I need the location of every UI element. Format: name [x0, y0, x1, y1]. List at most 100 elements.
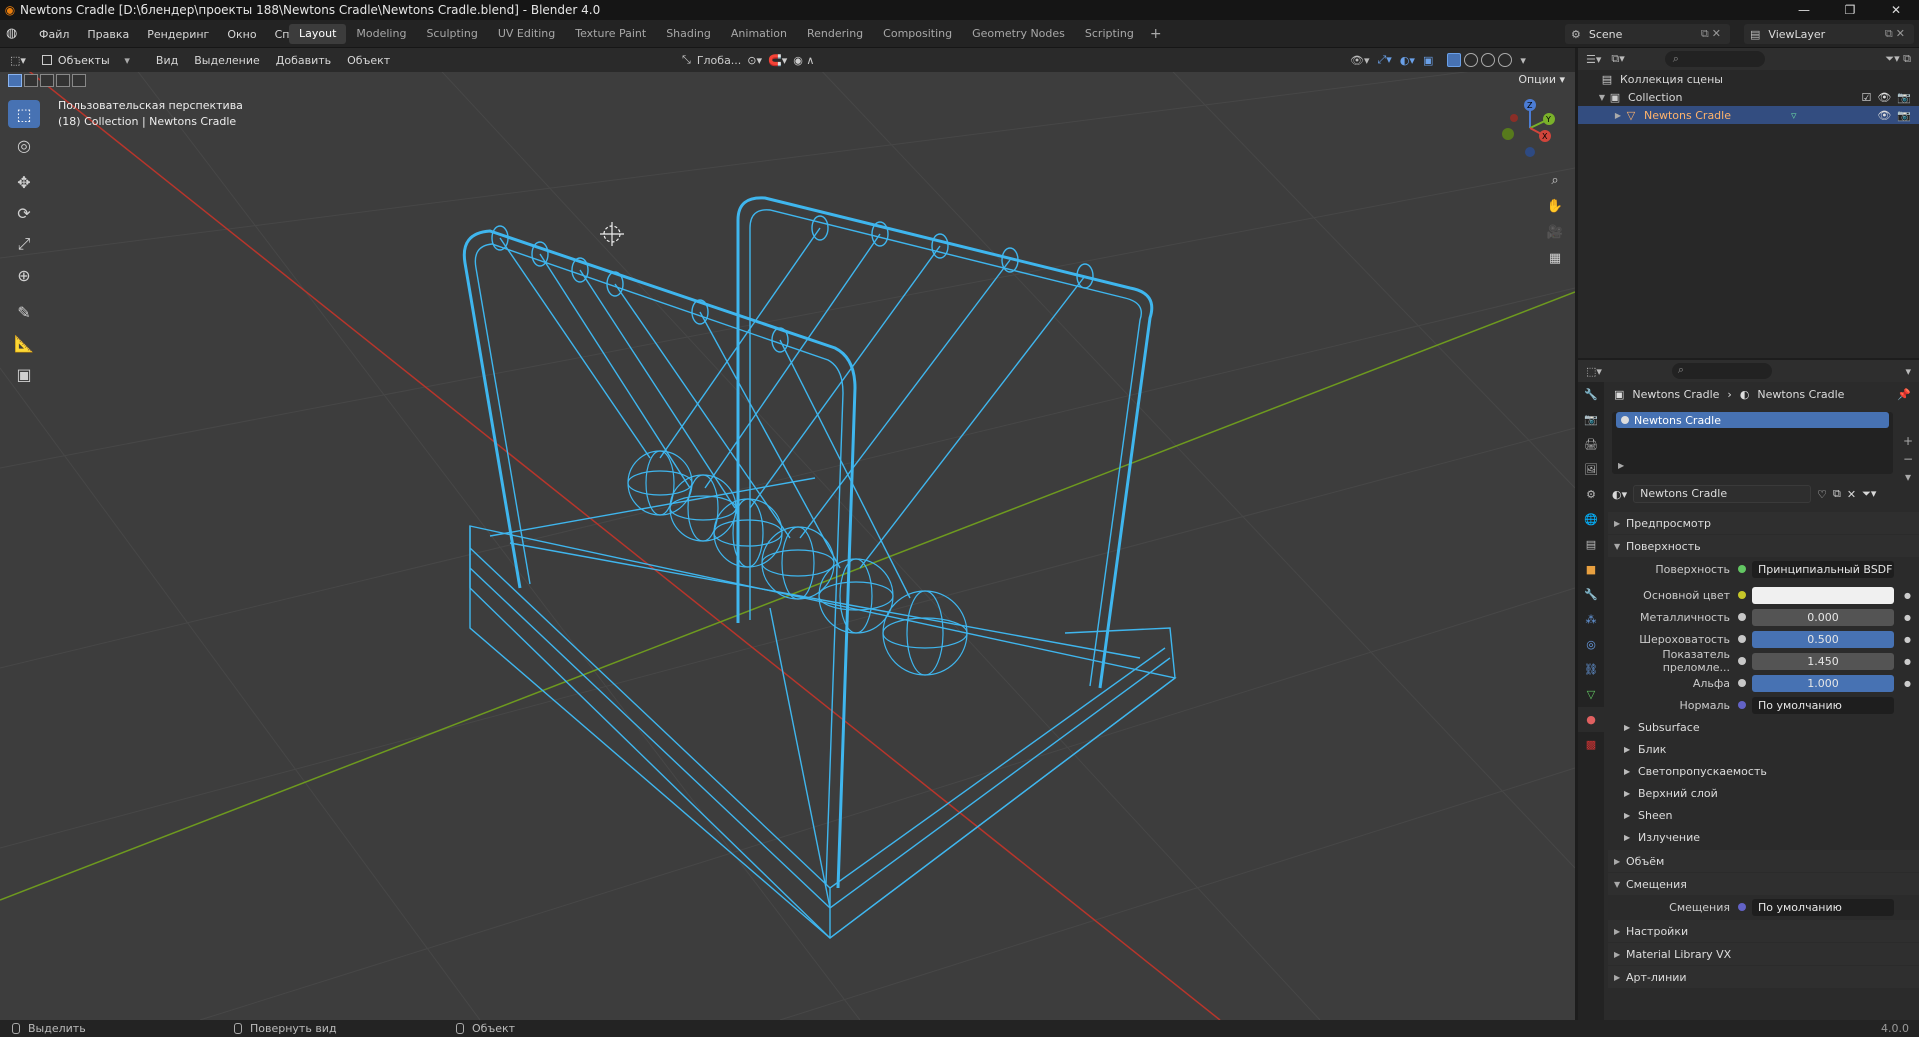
material-tab-icon[interactable]: ●	[1578, 707, 1604, 732]
menu-select[interactable]: Выделение	[186, 54, 268, 67]
outliner-object-newtons-cradle[interactable]: ▶ ▽ Newtons Cradle ▿ 👁 📷	[1578, 106, 1919, 124]
menu-object[interactable]: Объект	[339, 54, 398, 67]
tab-sculpting[interactable]: Sculpting	[416, 24, 487, 44]
keyframe-dot-icon[interactable]: ●	[1904, 591, 1911, 600]
menu-edit[interactable]: Правка	[78, 28, 138, 41]
collection-tab-icon[interactable]: ▤	[1578, 532, 1604, 557]
panel-lineart[interactable]: ▶ Арт-линии	[1608, 966, 1919, 988]
select-invert-icon[interactable]	[56, 74, 70, 87]
node-filter-icon[interactable]: ⏷▾	[1862, 487, 1876, 501]
pan-hand-icon[interactable]: ✋	[1545, 199, 1565, 221]
menu-file[interactable]: Файл	[30, 28, 78, 41]
tool-tab-icon[interactable]: 🔧	[1578, 382, 1604, 407]
menu-render[interactable]: Рендеринг	[138, 28, 218, 41]
subpanel-coat[interactable]: ▶ Верхний слой	[1608, 782, 1919, 804]
texture-tab-icon[interactable]: ▩	[1578, 732, 1604, 757]
duplicate-material-icon[interactable]: ⧉	[1833, 487, 1841, 501]
displacement-field[interactable]: По умолчанию	[1752, 898, 1894, 916]
display-mode-icon[interactable]: ⧉▾	[1611, 52, 1624, 66]
rendered-shading-button[interactable]	[1498, 53, 1513, 67]
keyframe-dot-icon[interactable]: ●	[1904, 613, 1911, 622]
tab-layout[interactable]: Layout	[289, 24, 347, 44]
world-tab-icon[interactable]: 🌐	[1578, 507, 1604, 532]
select-extend-icon[interactable]	[24, 74, 38, 87]
socket-dot[interactable]	[1738, 903, 1746, 911]
chevron-down-icon[interactable]: ▾	[1905, 365, 1919, 378]
interaction-mode-dropdown[interactable]: Объекты ▾	[37, 51, 130, 69]
blender-logo-icon[interactable]: ◍	[6, 26, 22, 42]
particles-tab-icon[interactable]: ⁂	[1578, 607, 1604, 632]
ior-field[interactable]: 1.450	[1752, 652, 1894, 670]
physics-tab-icon[interactable]: ◎	[1578, 632, 1604, 657]
viewport-scene[interactable]	[0, 48, 1575, 1020]
add-workspace-button[interactable]: +	[1144, 26, 1168, 42]
properties-editor-icon[interactable]: ⬚▾	[1586, 365, 1602, 378]
outliner-editor-icon[interactable]: ☰▾	[1586, 53, 1601, 66]
outliner-search-input[interactable]: ⌕	[1664, 51, 1765, 67]
measure-tool-icon[interactable]: 📐	[8, 329, 40, 357]
material-slot-item[interactable]: Newtons Cradle	[1616, 412, 1889, 428]
tab-uv-editing[interactable]: UV Editing	[488, 24, 565, 44]
normal-field[interactable]: По умолчанию	[1752, 696, 1894, 714]
socket-dot[interactable]	[1738, 657, 1746, 665]
roughness-field[interactable]: 0.500	[1752, 630, 1894, 648]
socket-dot[interactable]	[1738, 565, 1746, 573]
scene-selector[interactable]: ⚙ Scene ⧉✕	[1565, 24, 1730, 44]
view-layer-selector[interactable]: ▤ ViewLayer ⧉✕	[1744, 24, 1914, 44]
socket-dot[interactable]	[1738, 679, 1746, 687]
subpanel-sheen[interactable]: ▶ Sheen	[1608, 804, 1919, 826]
scene-actions-icon[interactable]: ⧉✕	[1701, 27, 1730, 41]
expand-arrow-icon[interactable]: ▼	[1596, 93, 1608, 102]
subpanel-transmission[interactable]: ▶ Светопропускаемость	[1608, 760, 1919, 782]
overlay-toggle-icon[interactable]: ◐▾	[1400, 54, 1415, 67]
tab-modeling[interactable]: Modeling	[346, 24, 416, 44]
tab-compositing[interactable]: Compositing	[873, 24, 962, 44]
panel-volume[interactable]: ▶ Объём	[1608, 850, 1919, 872]
modifier-tab-icon[interactable]: 🔧	[1578, 582, 1604, 607]
alpha-field[interactable]: 1.000	[1752, 674, 1894, 692]
wireframe-shading-button[interactable]	[1447, 53, 1462, 67]
menu-view[interactable]: Вид	[148, 54, 186, 67]
gizmo-toggle-icon[interactable]: ⤢▾	[1378, 53, 1392, 67]
tab-shading[interactable]: Shading	[656, 24, 721, 44]
camera-icon[interactable]: 📷	[1897, 109, 1911, 122]
subpanel-subsurface[interactable]: ▶ Subsurface	[1608, 716, 1919, 738]
transform-tool-icon[interactable]: ⊕	[8, 261, 40, 289]
remove-slot-button[interactable]: −	[1901, 450, 1915, 468]
tab-geometry-nodes[interactable]: Geometry Nodes	[962, 24, 1075, 44]
view-layer-tab-icon[interactable]: 🖼	[1578, 457, 1604, 482]
render-tab-icon[interactable]: 📷	[1578, 407, 1604, 432]
options-dropdown[interactable]: Опции ▾	[1518, 73, 1565, 86]
panel-surface[interactable]: ▼ Поверхность	[1608, 535, 1919, 557]
socket-dot[interactable]	[1738, 635, 1746, 643]
select-box-tool-icon[interactable]: ⬚	[8, 100, 40, 128]
minimize-button[interactable]: —	[1781, 0, 1827, 20]
xray-toggle-icon[interactable]: ▣	[1423, 54, 1433, 67]
socket-dot[interactable]	[1738, 701, 1746, 709]
view-layer-actions-icon[interactable]: ⧉✕	[1885, 27, 1914, 41]
menu-window[interactable]: Окно	[218, 28, 265, 41]
panel-material-library[interactable]: ▶ Material Library VX	[1608, 943, 1919, 965]
metallic-field[interactable]: 0.000	[1752, 608, 1894, 626]
orientation-dropdown[interactable]: Глоба...	[697, 54, 741, 67]
cursor-tool-icon[interactable]: ◎	[8, 131, 40, 159]
select-subtract-icon[interactable]	[40, 74, 54, 87]
select-new-icon[interactable]	[8, 74, 22, 87]
visibility-icon[interactable]: 👁▾	[1350, 54, 1370, 67]
fake-user-icon[interactable]: ♡	[1817, 488, 1827, 501]
snap-icon[interactable]: 🧲▾	[768, 54, 787, 67]
zoom-icon[interactable]: ⌕	[1545, 173, 1565, 195]
panel-settings[interactable]: ▶ Настройки	[1608, 920, 1919, 942]
outliner-collection[interactable]: ▼ ▣ Collection ☑ 👁 📷	[1578, 88, 1919, 106]
expand-arrow-icon[interactable]: ▶	[1618, 461, 1624, 470]
3d-viewport[interactable]: ⬚▾ Объекты ▾ Вид Выделение Добавить Объе…	[0, 48, 1575, 1020]
add-slot-button[interactable]: +	[1901, 432, 1915, 450]
checkbox-icon[interactable]: ☑	[1861, 91, 1871, 104]
select-intersect-icon[interactable]	[72, 74, 86, 87]
expand-arrow-icon[interactable]: ▶	[1612, 111, 1624, 120]
eye-icon[interactable]: 👁	[1877, 109, 1891, 122]
constraints-tab-icon[interactable]: ⛓	[1578, 657, 1604, 682]
output-tab-icon[interactable]: 🖨	[1578, 432, 1604, 457]
menu-add[interactable]: Добавить	[268, 54, 339, 67]
material-name-field[interactable]: Newtons Cradle	[1633, 485, 1812, 503]
